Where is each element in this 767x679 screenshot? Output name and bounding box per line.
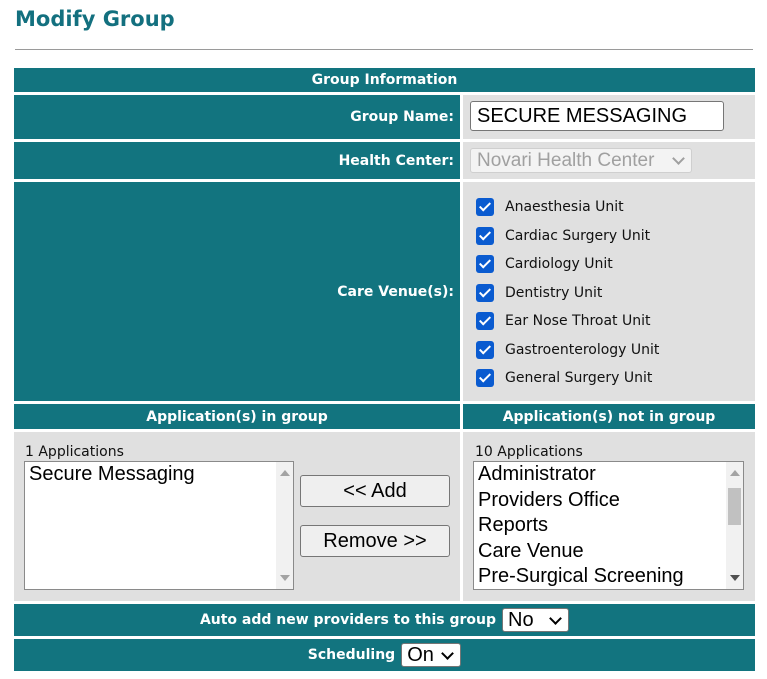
- list-item[interactable]: Pre-Surgical Screening: [474, 564, 743, 589]
- list-item[interactable]: Care Venue: [474, 539, 743, 565]
- scroll-down-arrow-icon[interactable]: [280, 575, 290, 581]
- health-center-label: Health Center:: [338, 152, 454, 169]
- applications-in-group-count: 1 Applications: [25, 444, 124, 460]
- care-venue-option-label: General Surgery Unit: [505, 370, 653, 386]
- care-venue-label-cell: Care Venue(s):: [14, 182, 460, 401]
- applications-not-in-group-header-text: Application(s) not in group: [502, 408, 716, 425]
- care-venue-option[interactable]: Ear Nose Throat Unit: [476, 309, 650, 333]
- checkbox-checked-icon[interactable]: [476, 284, 494, 302]
- auto-add-select-value: No: [508, 608, 534, 631]
- care-venue-option-label: Cardiac Surgery Unit: [505, 228, 651, 244]
- scroll-up-arrow-icon[interactable]: [730, 470, 740, 476]
- care-venue-option-label: Ear Nose Throat Unit: [505, 313, 651, 329]
- scroll-up-arrow-icon[interactable]: [280, 470, 290, 476]
- chevron-down-icon: [672, 152, 685, 165]
- group-information-header: Group Information: [14, 68, 755, 92]
- care-venue-option[interactable]: Anaesthesia Unit: [476, 195, 624, 219]
- applications-in-group-header-text: Application(s) in group: [146, 408, 328, 425]
- group-information-header-text: Group Information: [311, 72, 458, 88]
- health-center-select: Novari Health Center: [470, 148, 692, 173]
- checkbox-checked-icon[interactable]: [476, 227, 494, 245]
- auto-add-row: Auto add new providers to this group No: [14, 604, 755, 636]
- care-venue-option[interactable]: Cardiology Unit: [476, 252, 613, 276]
- checkbox-checked-icon[interactable]: [476, 312, 494, 330]
- scheduling-select-value: On: [407, 643, 434, 666]
- scheduling-select[interactable]: On: [401, 643, 462, 667]
- checkbox-checked-icon[interactable]: [476, 255, 494, 273]
- checkbox-checked-icon[interactable]: [476, 198, 494, 216]
- care-venue-option[interactable]: General Surgery Unit: [476, 366, 652, 390]
- scrollbar-thumb[interactable]: [728, 488, 741, 525]
- applications-in-group-list[interactable]: Secure Messaging: [24, 461, 294, 590]
- list-item[interactable]: Reports: [474, 513, 743, 539]
- care-venue-label: Care Venue(s):: [337, 283, 454, 300]
- care-venue-option-label: Cardiology Unit: [505, 256, 613, 272]
- group-name-input[interactable]: SECURE MESSAGING: [470, 101, 724, 131]
- list-item[interactable]: Secure Messaging: [25, 462, 293, 488]
- chevron-down-icon: [549, 611, 562, 625]
- checkbox-checked-icon[interactable]: [476, 369, 494, 387]
- title-divider: [15, 49, 753, 50]
- auto-add-select[interactable]: No: [502, 608, 570, 632]
- scrollbar[interactable]: [726, 462, 743, 589]
- scheduling-label: Scheduling: [307, 647, 396, 663]
- auto-add-label: Auto add new providers to this group: [199, 612, 497, 628]
- group-name-label: Group Name:: [350, 109, 454, 125]
- checkbox-checked-icon[interactable]: [476, 341, 494, 359]
- care-venue-option-label: Anaesthesia Unit: [505, 199, 624, 215]
- care-venue-option[interactable]: Gastroenterology Unit: [476, 338, 659, 362]
- applications-in-group-header: Application(s) in group: [14, 404, 460, 429]
- care-venue-option[interactable]: Dentistry Unit: [476, 281, 602, 305]
- group-name-label-cell: Group Name:: [14, 95, 460, 139]
- page-title: Modify Group: [15, 7, 175, 31]
- care-venue-option-label: Gastroenterology Unit: [505, 342, 660, 358]
- scroll-down-arrow-icon[interactable]: [730, 575, 740, 581]
- applications-not-in-group-count: 10 Applications: [475, 444, 583, 460]
- scheduling-row: Scheduling On: [14, 639, 755, 671]
- applications-not-in-group-header: Application(s) not in group: [463, 404, 755, 429]
- health-center-label-cell: Health Center:: [14, 142, 460, 179]
- health-center-select-value: Novari Health Center: [477, 149, 655, 171]
- applications-not-in-group-list[interactable]: Administrator Providers Office Reports C…: [473, 461, 744, 590]
- add-application-button[interactable]: << Add: [300, 475, 450, 507]
- scrollbar[interactable]: [276, 462, 293, 589]
- list-item[interactable]: Providers Office: [474, 488, 743, 514]
- remove-application-button[interactable]: Remove >>: [300, 525, 450, 557]
- care-venue-option[interactable]: Cardiac Surgery Unit: [476, 224, 650, 248]
- chevron-down-icon: [441, 646, 455, 660]
- care-venue-option-label: Dentistry Unit: [505, 285, 603, 301]
- list-item[interactable]: Administrator: [474, 462, 743, 488]
